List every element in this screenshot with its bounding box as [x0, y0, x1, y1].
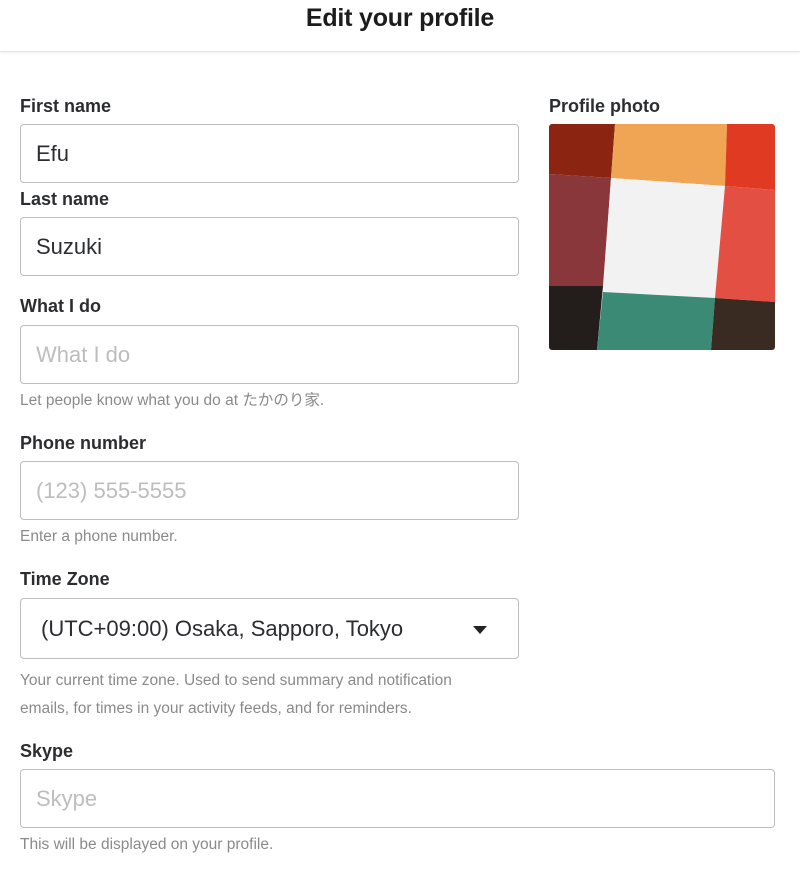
what-i-do-label: What I do: [20, 296, 101, 316]
photo-tile-bottom-right: [711, 298, 775, 350]
last-name-input[interactable]: [20, 217, 519, 276]
photo-tile-bottom-middle: [597, 292, 715, 350]
photo-tile-top-middle: [611, 124, 727, 186]
time-zone-select[interactable]: (UTC+09:00) Osaka, Sapporo, Tokyo: [20, 598, 519, 659]
profile-photo[interactable]: [549, 124, 775, 350]
skype-help: This will be displayed on your profile.: [20, 836, 274, 853]
time-zone-label: Time Zone: [20, 569, 110, 589]
first-name-label: First name: [20, 96, 112, 116]
phone-number-label: Phone number: [20, 433, 147, 453]
profile-photo-label: Profile photo: [549, 96, 660, 116]
profile-photo-image: [549, 124, 775, 350]
page-header: Edit your profile: [0, 0, 800, 52]
dropdown-caret-icon: [473, 626, 487, 634]
photo-tile-top-left: [549, 124, 615, 178]
skype-label: Skype: [20, 741, 74, 761]
time-zone-help-line2: emails, for times in your activity feeds…: [20, 700, 412, 717]
page-title: Edit your profile: [305, 4, 495, 32]
photo-tile-mid-left: [549, 174, 611, 286]
photo-tile-top-right: [725, 124, 775, 190]
first-name-input[interactable]: [20, 124, 519, 183]
photo-tile-center: [603, 178, 725, 298]
photo-tile-bottom-left: [549, 286, 603, 350]
skype-input[interactable]: [20, 769, 775, 828]
last-name-label: Last name: [20, 189, 110, 209]
phone-number-input[interactable]: [20, 461, 519, 520]
what-i-do-help: Let people know what you do at たかのり家.: [20, 392, 325, 409]
phone-number-help: Enter a phone number.: [20, 528, 178, 545]
what-i-do-input[interactable]: [20, 325, 519, 384]
photo-tile-mid-right: [715, 186, 775, 302]
time-zone-help-line1: Your current time zone. Used to send sum…: [20, 672, 452, 689]
time-zone-selected-value: (UTC+09:00) Osaka, Sapporo, Tokyo: [41, 616, 404, 641]
